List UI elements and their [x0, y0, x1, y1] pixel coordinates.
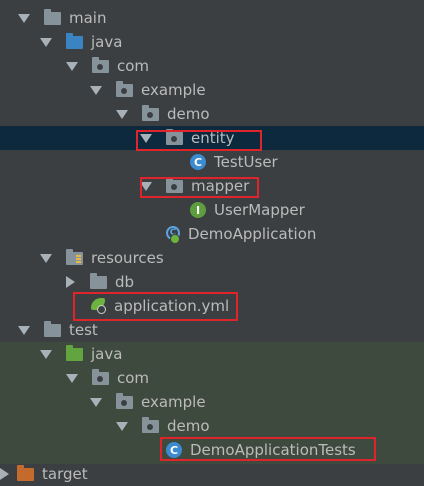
node-label: main	[69, 9, 107, 27]
node-label: db	[115, 273, 135, 291]
package-icon	[142, 416, 159, 433]
tree-row-test-java[interactable]: java	[0, 342, 424, 366]
node-label: test	[69, 321, 98, 339]
spring-boot-class-icon: C	[166, 226, 182, 244]
expand-arrow-icon[interactable]	[116, 109, 128, 119]
interface-icon: I	[190, 202, 206, 218]
highlight-box-entity	[136, 130, 262, 151]
tree-row-example[interactable]: example	[0, 78, 424, 102]
expand-arrow-icon[interactable]	[90, 397, 102, 407]
collapse-arrow-icon[interactable]	[0, 468, 9, 480]
tree-row-com[interactable]: com	[0, 54, 424, 78]
folder-icon	[90, 272, 107, 289]
node-label: com	[117, 57, 150, 75]
node-label: java	[91, 345, 123, 363]
highlight-box-application-yml	[73, 292, 238, 321]
tree-row-test-demo[interactable]: demo	[0, 414, 424, 438]
highlight-box-mapper	[140, 177, 259, 198]
tree-row-demo[interactable]: demo	[0, 102, 424, 126]
package-icon	[92, 56, 109, 73]
node-label: TestUser	[214, 153, 278, 171]
node-label: UserMapper	[214, 201, 305, 219]
expand-arrow-icon[interactable]	[40, 349, 52, 359]
package-icon	[116, 80, 133, 97]
excluded-folder-icon	[17, 464, 34, 481]
expand-arrow-icon[interactable]	[66, 61, 78, 71]
expand-arrow-icon[interactable]	[66, 373, 78, 383]
node-label: demo	[167, 105, 210, 123]
test-source-folder-icon	[66, 344, 83, 361]
tree-row-usermapper[interactable]: I UserMapper	[0, 198, 424, 222]
package-icon	[92, 368, 109, 385]
tree-row-db[interactable]: db	[0, 270, 424, 294]
package-icon	[142, 104, 159, 121]
node-label: example	[141, 393, 206, 411]
tree-row-test-example[interactable]: example	[0, 390, 424, 414]
tree-row-main[interactable]: main	[0, 6, 424, 30]
tree-row-test-com[interactable]: com	[0, 366, 424, 390]
expand-arrow-icon[interactable]	[90, 85, 102, 95]
tree-row-target[interactable]: target	[0, 462, 424, 486]
node-label: DemoApplication	[188, 225, 317, 243]
node-label: demo	[167, 417, 210, 435]
tree-row-demoapplication[interactable]: C DemoApplication	[0, 222, 424, 246]
highlight-box-demoapplicationtests	[160, 437, 376, 461]
tree-row-testuser[interactable]: C TestUser	[0, 150, 424, 174]
folder-icon	[44, 320, 61, 337]
expand-arrow-icon[interactable]	[40, 253, 52, 263]
node-label: target	[42, 465, 88, 483]
expand-arrow-icon[interactable]	[40, 37, 52, 47]
source-folder-icon	[66, 32, 83, 49]
project-tree: main java com example demo entity C Test…	[0, 0, 424, 483]
class-icon: C	[190, 154, 206, 170]
expand-arrow-icon[interactable]	[18, 13, 30, 23]
expand-arrow-icon[interactable]	[116, 421, 128, 431]
resources-folder-icon	[66, 248, 83, 265]
tree-row-test[interactable]: test	[0, 318, 424, 342]
node-label: resources	[91, 249, 164, 267]
package-icon	[116, 392, 133, 409]
node-label: example	[141, 81, 206, 99]
node-label: com	[117, 369, 150, 387]
collapse-arrow-icon[interactable]	[66, 276, 75, 288]
folder-icon	[44, 8, 61, 25]
node-label: java	[91, 33, 123, 51]
tree-row-java[interactable]: java	[0, 30, 424, 54]
tree-row-resources[interactable]: resources	[0, 246, 424, 270]
expand-arrow-icon[interactable]	[18, 325, 30, 335]
